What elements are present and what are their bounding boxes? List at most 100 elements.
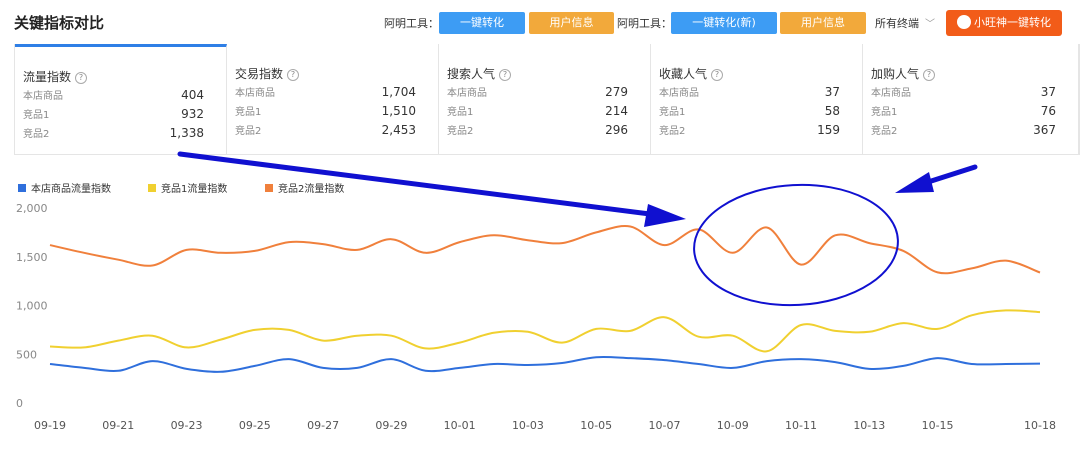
data-point[interactable] [866,366,872,372]
data-point[interactable] [354,365,360,371]
data-point[interactable] [320,338,326,344]
data-point[interactable] [559,360,565,366]
data-point[interactable] [593,354,599,360]
data-point[interactable] [866,240,872,246]
data-point[interactable] [286,239,292,245]
data-point[interactable] [730,333,736,339]
x-tick-label: 10-01 [444,419,476,432]
data-point[interactable] [457,340,463,346]
data-point[interactable] [1037,309,1043,315]
data-point[interactable] [388,356,394,362]
data-point[interactable] [457,239,463,245]
data-point[interactable] [900,248,906,254]
data-point[interactable] [559,340,565,346]
data-point[interactable] [969,312,975,318]
data-point[interactable] [115,338,121,344]
data-point[interactable] [627,328,633,334]
data-point[interactable] [730,365,736,371]
data-point[interactable] [149,263,155,269]
data-point[interactable] [491,361,497,367]
data-point[interactable] [354,333,360,339]
data-point[interactable] [423,345,429,351]
data-point[interactable] [286,356,292,362]
data-point[interactable] [354,247,360,253]
data-point[interactable] [115,368,121,374]
data-point[interactable] [764,348,770,354]
data-point[interactable] [1003,361,1009,367]
data-point[interactable] [764,358,770,364]
data-point[interactable] [1037,270,1043,276]
data-point[interactable] [832,232,838,238]
x-tick-label: 10-03 [512,419,544,432]
data-point[interactable] [627,224,633,230]
data-point[interactable] [423,368,429,374]
data-point[interactable] [593,326,599,332]
data-point[interactable] [935,326,941,332]
data-point[interactable] [252,363,258,369]
data-point[interactable] [320,365,326,371]
data-point[interactable] [1003,258,1009,264]
annotation-arrow-head [644,204,686,227]
data-point[interactable] [696,334,702,340]
data-point[interactable] [661,357,667,363]
data-point[interactable] [832,328,838,334]
data-point[interactable] [627,355,633,361]
data-point[interactable] [252,327,258,333]
data-point[interactable] [81,365,87,371]
data-point[interactable] [525,362,531,368]
x-tick-label: 10-07 [648,419,680,432]
data-point[interactable] [661,242,667,248]
data-point[interactable] [832,359,838,365]
data-point[interactable] [218,369,224,375]
data-point[interactable] [525,329,531,335]
data-point[interactable] [661,314,667,320]
data-point[interactable] [935,355,941,361]
data-point[interactable] [81,250,87,256]
data-point[interactable] [149,358,155,364]
data-point[interactable] [969,361,975,367]
data-point[interactable] [115,257,121,263]
data-point[interactable] [457,365,463,371]
x-tick-label: 09-25 [239,419,271,432]
x-tick-label: 10-18 [1024,419,1056,432]
data-point[interactable] [764,225,770,231]
data-point[interactable] [900,320,906,326]
annotation-arrow-line-2 [922,164,978,186]
data-point[interactable] [798,262,804,268]
data-point[interactable] [47,242,53,248]
data-point[interactable] [900,363,906,369]
x-tick-label: 09-29 [375,419,407,432]
data-point[interactable] [184,366,190,372]
data-point[interactable] [47,361,53,367]
data-point[interactable] [730,250,736,256]
data-point[interactable] [969,265,975,271]
data-point[interactable] [423,250,429,256]
y-tick-label: 1,500 [16,251,48,264]
data-point[interactable] [1037,361,1043,367]
data-point[interactable] [184,247,190,253]
data-point[interactable] [696,361,702,367]
data-point[interactable] [388,236,394,242]
data-point[interactable] [491,330,497,336]
data-point[interactable] [388,333,394,339]
data-point[interactable] [935,269,941,275]
data-point[interactable] [593,229,599,235]
data-point[interactable] [47,343,53,349]
series-line-competitor1 [49,309,1041,353]
data-point[interactable] [320,241,326,247]
data-point[interactable] [1003,307,1009,313]
data-point[interactable] [149,333,155,339]
data-point[interactable] [252,248,258,254]
data-point[interactable] [218,250,224,256]
data-point[interactable] [491,232,497,238]
data-point[interactable] [218,337,224,343]
data-point[interactable] [798,356,804,362]
data-point[interactable] [184,344,190,350]
data-point[interactable] [559,240,565,246]
data-point[interactable] [81,344,87,350]
data-point[interactable] [798,322,804,328]
x-tick-label: 10-13 [853,419,885,432]
data-point[interactable] [286,327,292,333]
data-point[interactable] [525,237,531,243]
data-point[interactable] [866,329,872,335]
